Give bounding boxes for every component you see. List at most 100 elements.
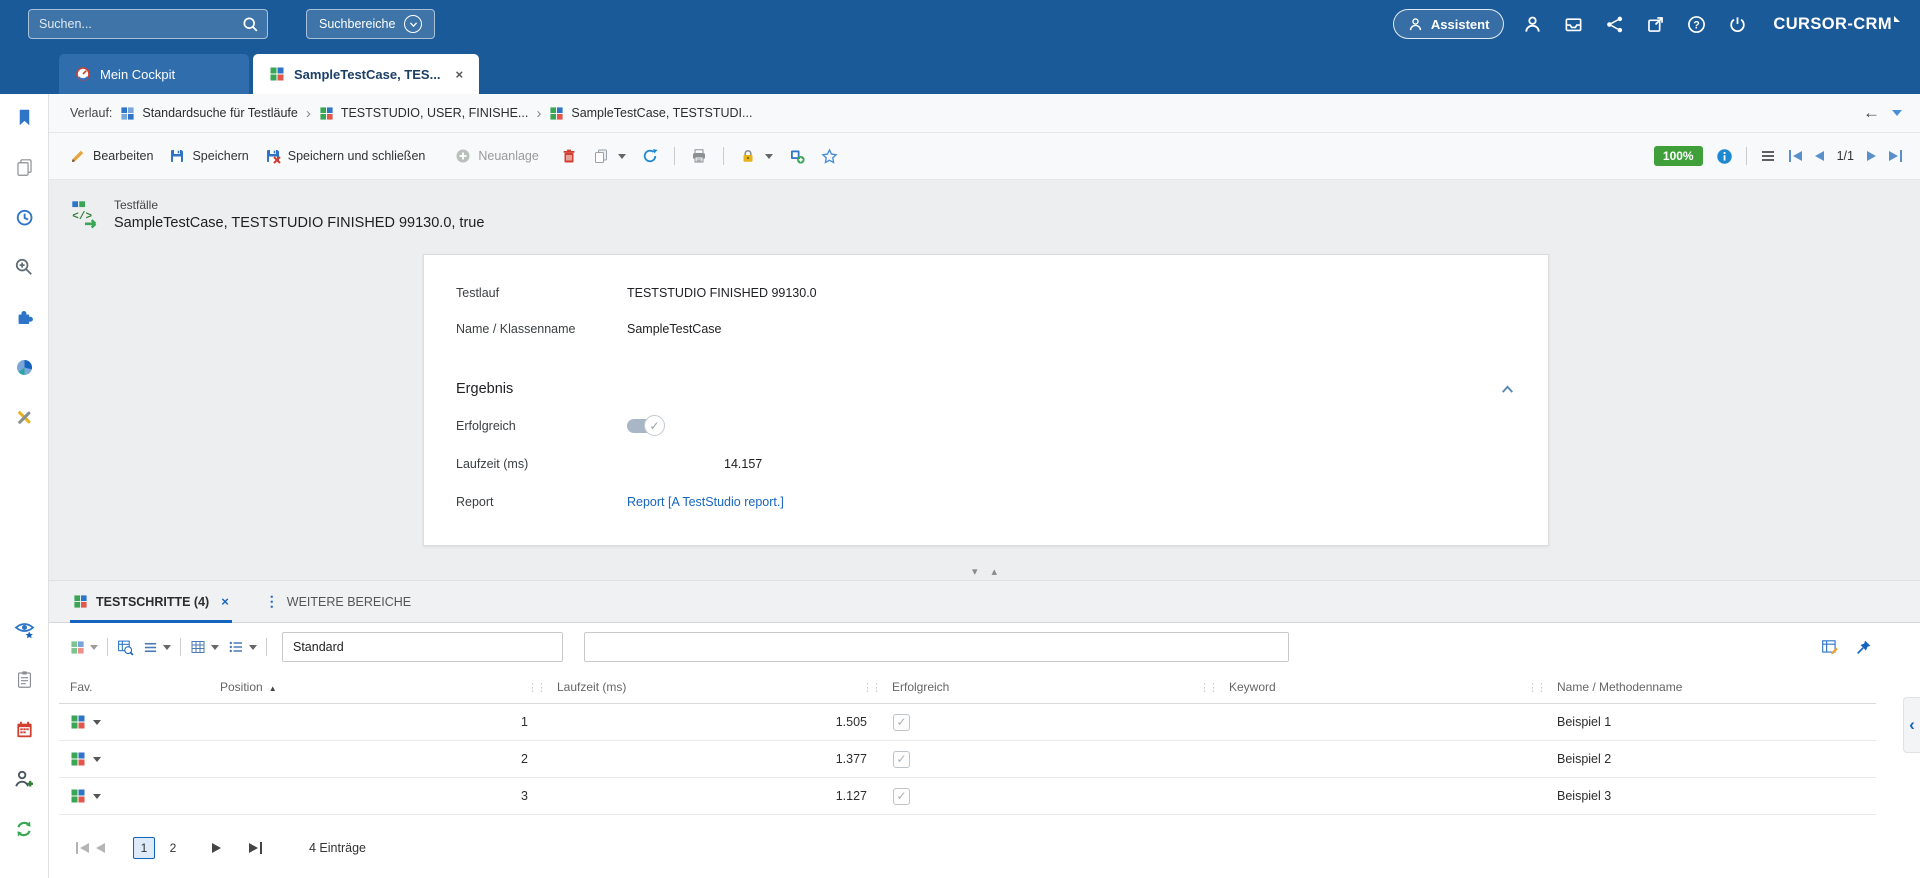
table-row[interactable]: 3 1.127 Beispiel 3 (59, 778, 1876, 815)
notes-button[interactable] (7, 662, 41, 696)
column-header-position[interactable]: Position (215, 680, 550, 694)
splitter-up-button[interactable] (992, 565, 998, 578)
share-button[interactable] (1601, 11, 1627, 37)
cell-name: Beispiel 2 (1550, 752, 1876, 766)
history-back-button[interactable] (1863, 103, 1880, 123)
tab-weitere-bereiche[interactable]: WEITERE BEREICHE (262, 581, 414, 622)
watchlist-button[interactable] (7, 612, 41, 646)
search-scope-button[interactable]: Suchbereiche (306, 9, 435, 39)
table-row[interactable]: 1 1.505 Beispiel 1 (59, 704, 1876, 741)
breadcrumb-item-testrun[interactable]: TESTSTUDIO, USER, FINISHE... (319, 106, 529, 121)
column-header-fav[interactable]: Fav. (59, 680, 215, 694)
rights-button[interactable] (740, 148, 773, 164)
row-fav-button[interactable] (70, 714, 101, 730)
modules-button[interactable] (7, 300, 41, 334)
section-collapse-button[interactable] (1499, 381, 1516, 398)
reports-button[interactable] (7, 350, 41, 384)
row-fav-button[interactable] (70, 751, 101, 767)
assistant-button[interactable]: Assistent (1393, 9, 1505, 39)
first-record-button[interactable] (1789, 150, 1802, 162)
workspace-tab-bar: Mein Cockpit SampleTestCase, TES... × (0, 48, 1920, 94)
success-checkbox[interactable] (893, 714, 910, 731)
success-checkbox[interactable] (893, 751, 910, 768)
splitter-down-button[interactable] (972, 565, 978, 578)
advanced-search-button[interactable] (7, 250, 41, 284)
column-header-name[interactable]: Name / Methodenname (1550, 680, 1876, 694)
info-button[interactable] (1716, 148, 1733, 165)
admin-tools-button[interactable] (7, 400, 41, 434)
column-header-erfolgreich[interactable]: Erfolgreich (885, 680, 1222, 694)
open-windows-button[interactable] (7, 150, 41, 184)
check-icon (896, 752, 906, 766)
first-page-button[interactable] (76, 842, 89, 854)
history-dropdown-icon[interactable] (1892, 110, 1902, 116)
view-select-input[interactable] (282, 632, 563, 662)
global-search[interactable] (28, 9, 268, 39)
table-view-button[interactable] (190, 639, 219, 655)
column-header-laufzeit[interactable]: Laufzeit (ms) (550, 680, 885, 694)
last-record-button[interactable] (1889, 150, 1902, 162)
add-contact-button[interactable] (7, 762, 41, 796)
table-filter-input[interactable] (584, 632, 1289, 662)
record-title: SampleTestCase, TESTSTUDIO FINISHED 9913… (114, 215, 484, 231)
tab-sampletestcase[interactable]: SampleTestCase, TES... × (253, 54, 479, 94)
column-resize-handle[interactable] (1199, 681, 1222, 694)
new-record-button[interactable]: Neuanlage (455, 148, 538, 164)
tab-close-icon[interactable]: × (455, 67, 463, 82)
search-input[interactable] (37, 16, 242, 32)
last-page-button[interactable] (249, 842, 262, 854)
refresh-button[interactable] (642, 148, 658, 164)
favorite-button[interactable] (821, 148, 838, 165)
page-2-button[interactable]: 2 (162, 837, 184, 859)
topbar-actions: Assistent CURSOR-CRM (1393, 9, 1900, 39)
page-1-button[interactable]: 1 (133, 837, 155, 859)
next-record-button[interactable] (1867, 151, 1876, 161)
save-close-button[interactable]: Speichern und schließen (265, 148, 426, 164)
edit-button[interactable]: Bearbeiten (70, 148, 153, 164)
search-icon[interactable] (242, 16, 259, 33)
delete-button[interactable] (561, 148, 577, 164)
column-resize-handle[interactable] (1527, 681, 1550, 694)
bookmarks-button[interactable] (7, 100, 41, 134)
tab-testschritte[interactable]: TESTSCHRITTE (4) × (70, 581, 232, 622)
table-row[interactable]: 2 1.377 Beispiel 2 (59, 741, 1876, 778)
search-in-table-button[interactable] (117, 639, 134, 656)
history-button[interactable] (7, 200, 41, 234)
success-toggle[interactable] (627, 419, 663, 433)
favorites-menu-button[interactable] (70, 640, 98, 655)
history-icon (14, 207, 34, 227)
right-panel-expander[interactable] (1903, 697, 1920, 753)
breadcrumb-item-search[interactable]: Standardsuche für Testläufe (120, 106, 297, 121)
logout-button[interactable] (1724, 11, 1750, 37)
calendar-button[interactable] (7, 712, 41, 746)
tab-close-icon[interactable]: × (221, 594, 229, 609)
row-menu-button[interactable] (143, 640, 171, 655)
inbox-button[interactable] (1560, 11, 1586, 37)
add-relation-button[interactable] (789, 148, 805, 164)
report-link[interactable]: Report [A TestStudio report.] (627, 495, 784, 509)
column-resize-handle[interactable] (527, 681, 550, 694)
pin-panel-button[interactable] (1855, 639, 1872, 656)
tab-mein-cockpit[interactable]: Mein Cockpit (59, 54, 249, 94)
menu-button[interactable] (1760, 148, 1776, 164)
row-fav-button[interactable] (70, 788, 101, 804)
column-header-keyword[interactable]: Keyword (1222, 680, 1550, 694)
success-checkbox[interactable] (893, 788, 910, 805)
section-ergebnis: Ergebnis (456, 371, 1516, 407)
caret-down-icon (90, 645, 98, 650)
edit-table-button[interactable] (1821, 638, 1839, 656)
record-page-indicator: 1/1 (1837, 149, 1854, 163)
copy-button[interactable] (593, 148, 626, 164)
save-button[interactable]: Speichern (169, 148, 248, 164)
column-resize-handle[interactable] (862, 681, 885, 694)
breadcrumb-item-testcase[interactable]: SampleTestCase, TESTSTUDI... (549, 106, 752, 121)
print-button[interactable] (691, 148, 707, 164)
account-button[interactable] (1519, 11, 1545, 37)
sync-button[interactable] (7, 812, 41, 846)
previous-record-button[interactable] (1815, 151, 1824, 161)
list-view-button[interactable] (228, 639, 257, 655)
help-button[interactable] (1683, 11, 1709, 37)
previous-page-button[interactable] (96, 843, 105, 853)
next-page-button[interactable] (212, 843, 221, 853)
open-external-button[interactable] (1642, 11, 1668, 37)
